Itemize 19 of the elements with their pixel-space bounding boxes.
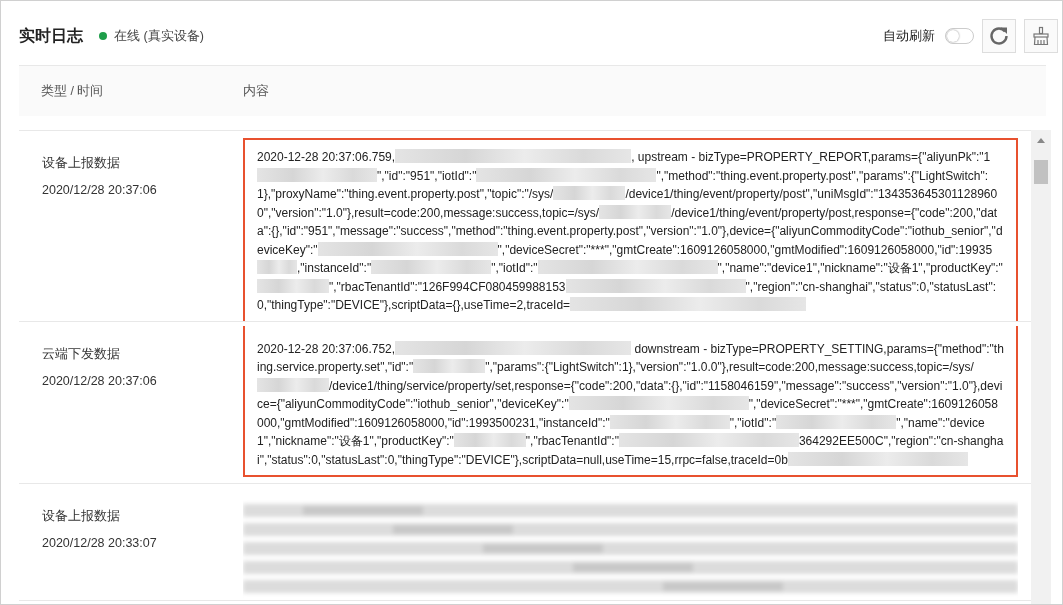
panel-title: 实时日志 [19,25,83,46]
clear-button[interactable] [1024,19,1058,53]
auto-refresh-toggle[interactable] [945,28,974,44]
log-type: 设备上报数据 [42,508,121,525]
column-header: 内容 [242,82,270,100]
status-text: 在线 (真实设备) [114,27,204,45]
auto-refresh-label: 自动刷新 [883,27,935,45]
refresh-icon [988,25,1010,47]
scrollbar[interactable] [1031,130,1051,604]
refresh-button[interactable] [982,19,1016,53]
column-header: 类型 / 时间 [40,82,105,100]
log-content: 2020-12-28 20:37:06.759, , upstream - bizType=PROPERTY_REPORT,params={"aliyunPk":"1 ","id":"951","iotId":" ","method":"thing.event.property.post","params":{"LightSwitch":1},"proxyName":"thing.event.property.post","topic":"/sys/ /device1/thing/event/property/post","uniMsgId":"1343536453011289600","version":"1.0"},result=code:200,message:success,topic=/sys/ /device1/thing/event/property/post,response={"code":200,"data":{},"id":"951","message":"success","method":"thing.event.property.post","version":"1.0"},device={"aliyunCommodityCode":"iothub_senior","deviceKey":" ","deviceSecret":"***","gmtCreate":1609126058000,"gmtModified":1609126058000,"id":19935 ,"instanceId":" ","iotId":" ","name":"device1","nickname":"设备1","productKey":" ","rbacTenantId":"126F994CF080459988153 ","region":"cn-shanghai","status":0,"statusLast":0,"thingType":"DEVICE"},scriptData={},useTime=2,traceId= [243,138,1018,321]
log-content: 2020-12-28 20:37:06.752, downstream - bizType=PROPERTY_SETTING,params={"method":"thing.service.property.set","id":" ","params":{"LightSwitch":1},"version":"1.0.0"},result=code:200,message:success,topic=/sys/ /device1/thing/service/property/set,response={"code":200,"data":{},"id":"1158046159","message":"success","version":"1.0"},device={"aliyunCommodityCode":"iothub_senior","deviceKey":" ","deviceSecret":"***","gmtCreate":1609126058000,"gmtModified":1609126058000,"id":1993500231,"instanceId":" ","iotId":" ","name":"device1","nickname":"设备1","productKey":" ","rbacTenantId":" 364292EE500C","region":"cn-shanghai","status":0,"statusLast":0,"thingType":"DEVICE"},scriptData=null,useTime=15,rrpc=false,traceId=0b [243,325,1018,477]
broom-icon [1031,26,1051,46]
log-time: 2020/12/28 20:33:07 [42,536,158,550]
log-time: 2020/12/28 20:37:06 [42,183,158,197]
log-type: 设备上报数据 [42,155,121,172]
log-type: 云端下发数据 [42,345,121,363]
log-time: 2020/12/28 20:37:06 [42,373,158,388]
